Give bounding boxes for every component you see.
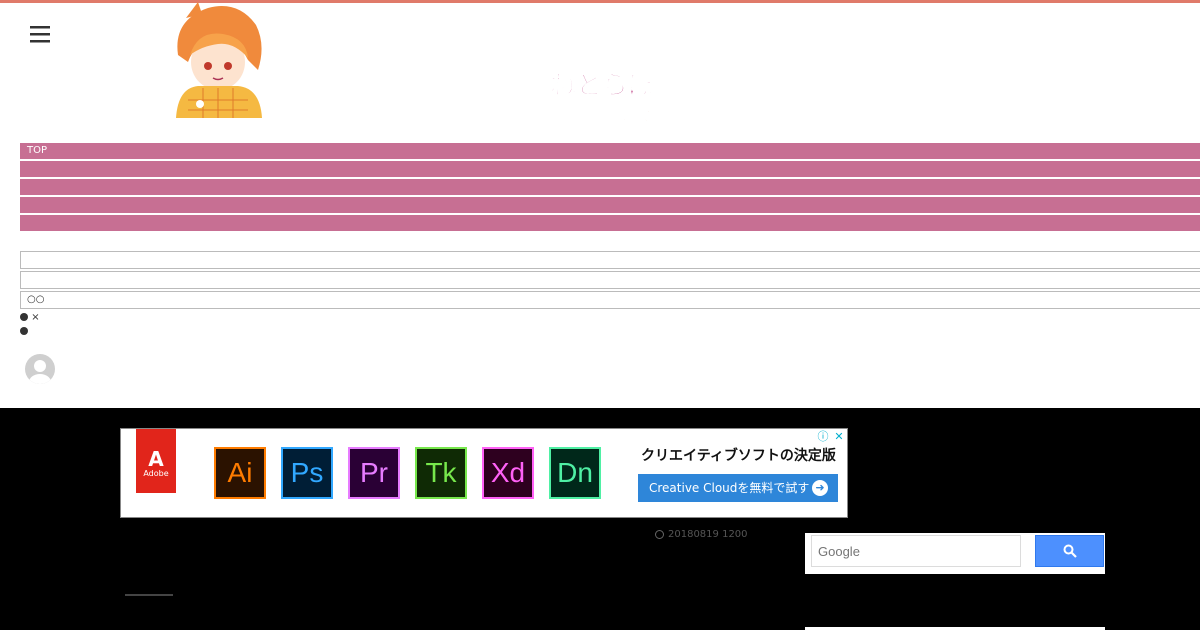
app-icon-tk: Tk bbox=[415, 447, 467, 499]
ad-cta-label: Creative Cloudを無料で試す bbox=[649, 481, 810, 495]
arrow-right-icon: ➜ bbox=[812, 480, 828, 496]
bullet-list: × bbox=[20, 311, 40, 339]
bullet-text: × bbox=[31, 312, 40, 323]
nav-item[interactable] bbox=[20, 197, 1200, 215]
mascot-illustration bbox=[168, 0, 266, 118]
adobe-brand-label: Adobe bbox=[143, 469, 169, 478]
clock-icon bbox=[655, 529, 664, 539]
google-search-box bbox=[805, 533, 1105, 574]
post-timestamp: 20180819 1200 bbox=[655, 529, 748, 540]
app-icon-xd: Xd bbox=[482, 447, 534, 499]
content-box[interactable] bbox=[20, 251, 1200, 269]
content-boxes: ○○ bbox=[20, 251, 1200, 311]
adobe-banner-ad[interactable]: A Adobe Ai Ps Pr Tk Xd Dn クリエイティブソフトの決定版… bbox=[120, 428, 848, 518]
bullet-dot bbox=[20, 313, 28, 321]
adobe-logo: A Adobe bbox=[136, 429, 176, 493]
divider bbox=[125, 594, 173, 596]
site-logo[interactable]: ねとらぼ エンタ bbox=[548, 66, 656, 130]
ad-badges: ⓘ ✕ bbox=[815, 429, 847, 445]
logo-line2: エンタ bbox=[592, 105, 652, 129]
ad-close-icon[interactable]: ✕ bbox=[831, 429, 847, 445]
nav-item[interactable] bbox=[20, 161, 1200, 179]
main-nav: TOP bbox=[20, 143, 1200, 233]
content-box[interactable]: ○○ bbox=[20, 291, 1200, 309]
app-icon-dn: Dn bbox=[549, 447, 601, 499]
app-icon-pr: Pr bbox=[348, 447, 400, 499]
app-icon-ps: Ps bbox=[281, 447, 333, 499]
search-icon bbox=[1063, 544, 1077, 558]
bullet-dot bbox=[20, 327, 28, 335]
app-icon-ai: Ai bbox=[214, 447, 266, 499]
nav-item-top[interactable]: TOP bbox=[20, 143, 1200, 161]
nav-item[interactable] bbox=[20, 179, 1200, 197]
nav-item[interactable] bbox=[20, 215, 1200, 233]
ad-headline: クリエイティブソフトの決定版 bbox=[641, 448, 836, 464]
hamburger-menu-icon[interactable] bbox=[29, 24, 51, 44]
timestamp-text: 20180819 1200 bbox=[668, 529, 748, 540]
ad-info-icon[interactable]: ⓘ bbox=[815, 429, 831, 445]
avatar[interactable] bbox=[25, 354, 55, 384]
search-input[interactable] bbox=[811, 535, 1021, 567]
ad-cta-button[interactable]: Creative Cloudを無料で試す ➜ bbox=[638, 474, 838, 502]
search-button[interactable] bbox=[1035, 535, 1104, 567]
content-box[interactable] bbox=[20, 271, 1200, 289]
logo-line1: ねとらぼ bbox=[550, 71, 652, 101]
